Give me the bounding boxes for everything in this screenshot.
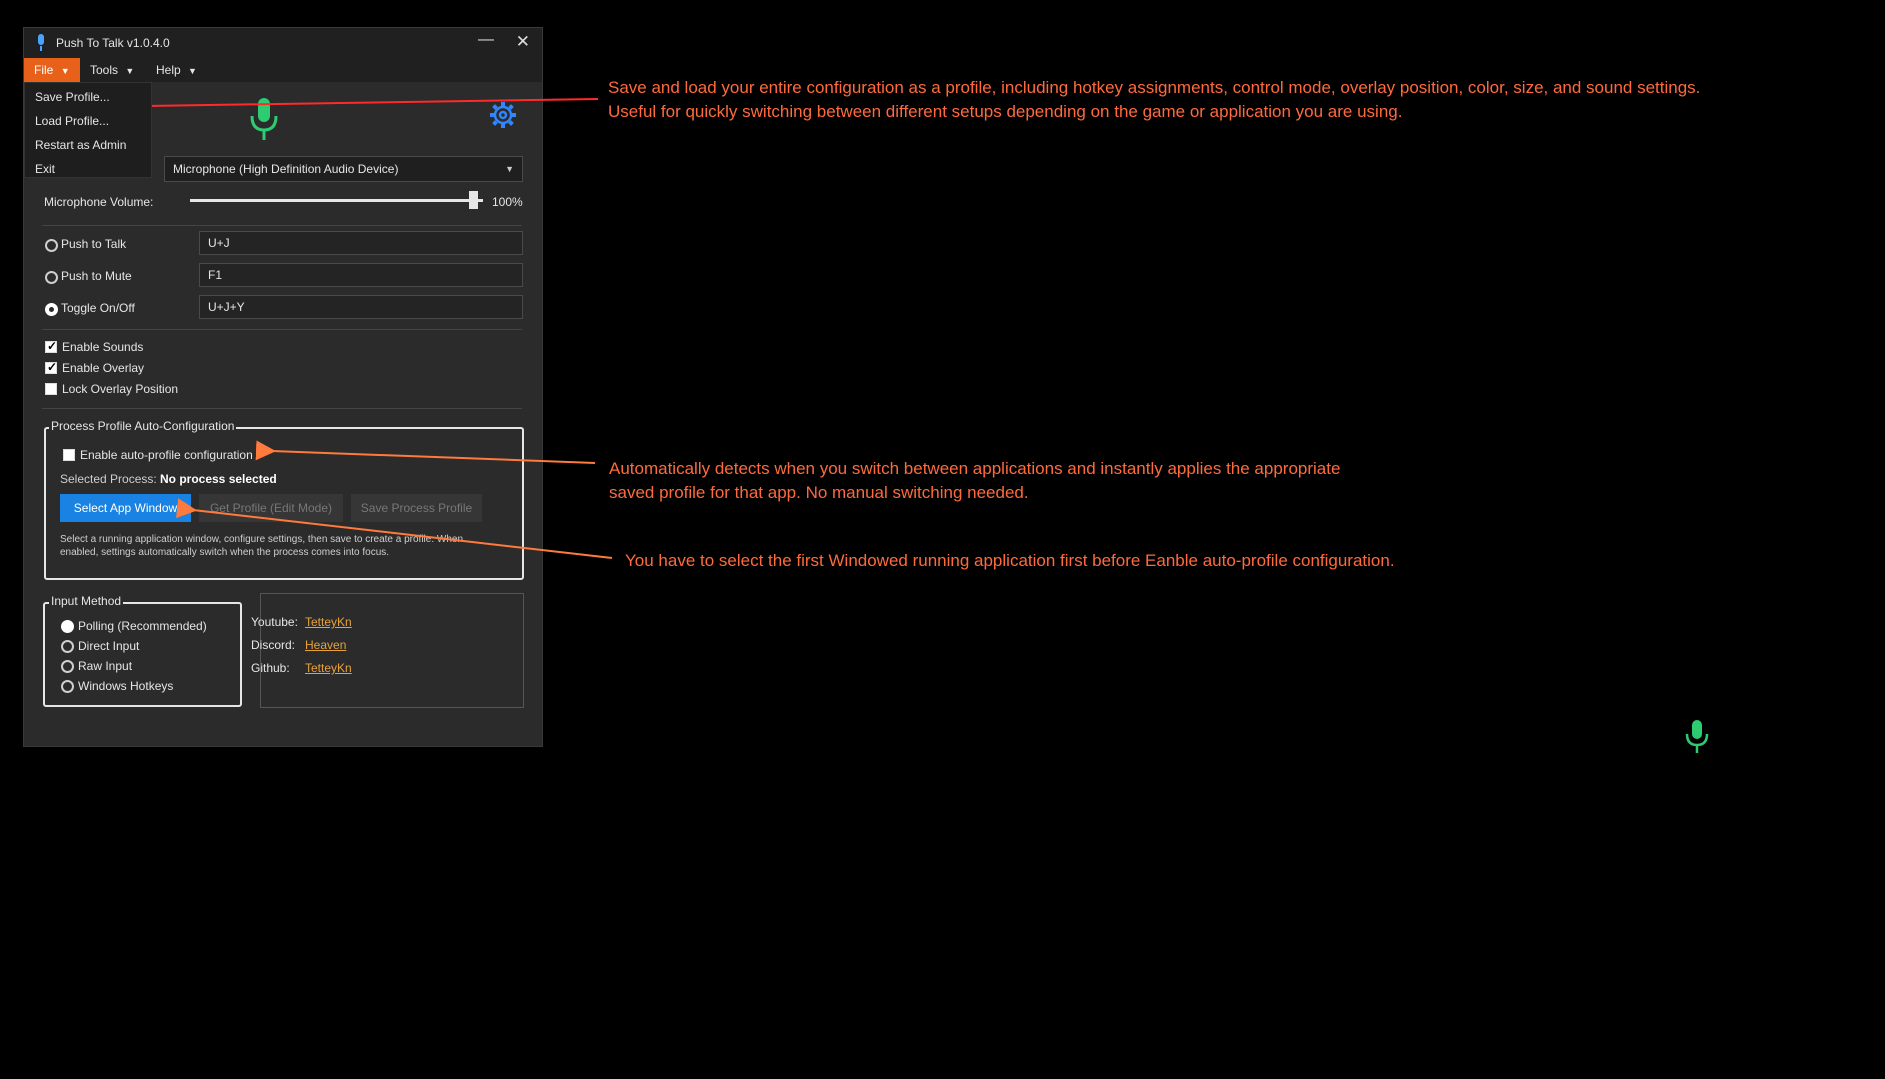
annotation-profile-line1: Save and load your entire configuration … (608, 78, 1701, 97)
menu-item-save-profile[interactable]: Save Profile... (35, 90, 110, 104)
arrow-to-auto-profile (255, 440, 596, 464)
arrow-to-select-app-window (175, 498, 613, 559)
annotation-auto-line2: saved profile for that app. No manual sw… (609, 483, 1029, 502)
file-menu-dropdown: Save Profile... Load Profile... Restart … (24, 82, 152, 178)
arrow-to-file-menu (129, 96, 599, 117)
overlay-mic-icon[interactable] (1685, 720, 1709, 754)
annotation-select-line: You have to select the first Windowed ru… (625, 551, 1395, 570)
menu-item-load-profile[interactable]: Load Profile... (35, 114, 109, 128)
menu-item-exit[interactable]: Exit (35, 162, 55, 176)
annotation-arrows (129, 96, 613, 559)
annotation-profile-line2: Useful for quickly switching between dif… (608, 102, 1403, 121)
annotation-auto-line1: Automatically detects when you switch be… (609, 459, 1341, 478)
menu-item-restart-admin[interactable]: Restart as Admin (35, 138, 126, 152)
